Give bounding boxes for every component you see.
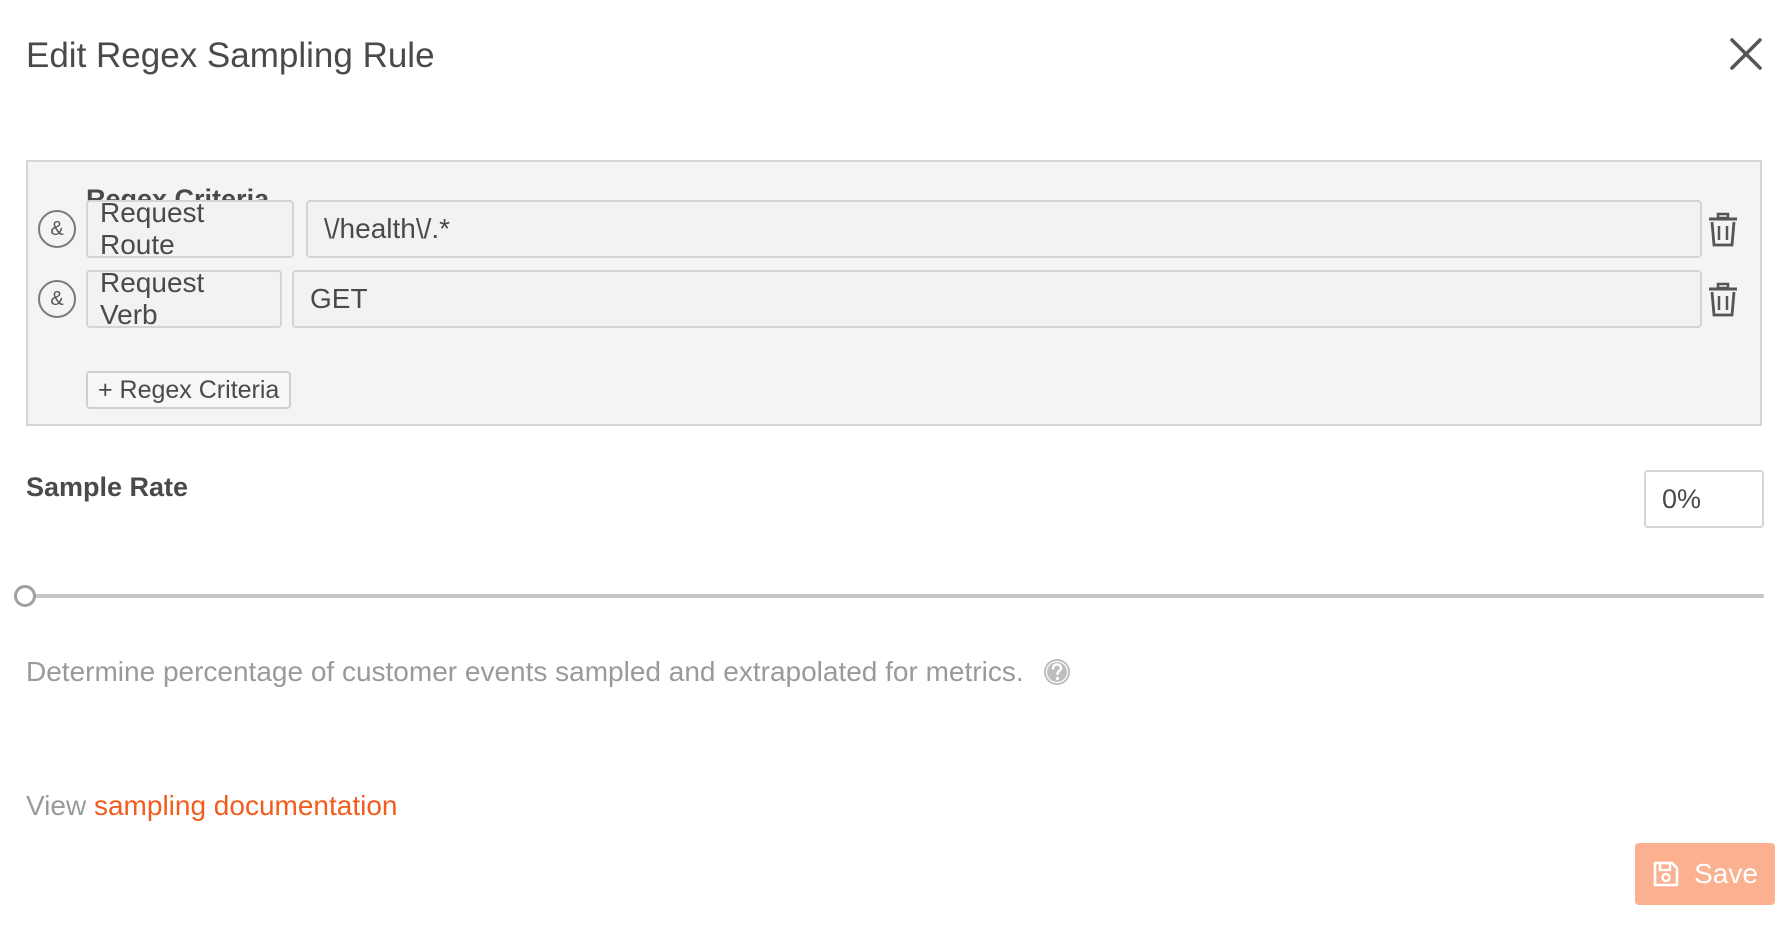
sample-rate-slider-handle[interactable] [14,585,36,607]
criteria-field-select[interactable]: Request Verb [86,267,282,330]
criteria-field-select[interactable]: Request Route [86,197,294,260]
docs-prefix: View [26,790,87,821]
and-connector-badge: & [38,210,76,248]
close-icon [1730,38,1762,70]
trash-icon [1709,212,1737,247]
save-button-label: Save [1694,858,1758,889]
regex-criteria-panel: Regex Criteria & Request Route \/health\… [26,160,1762,426]
sample-rate-slider-track[interactable] [26,594,1764,598]
sampling-documentation-link[interactable]: sampling documentation [94,790,398,821]
trash-icon [1709,282,1737,317]
dialog-title: Edit Regex Sampling Rule [26,36,435,75]
sample-rate-input[interactable]: 0% [1644,470,1764,528]
question-circle-icon[interactable] [1042,657,1072,687]
sample-rate-help-text: Determine percentage of customer events … [26,656,1024,687]
add-regex-criteria-button[interactable]: + Regex Criteria [86,371,292,409]
criteria-regex-input[interactable]: \/health\/.* [306,200,1702,258]
save-button[interactable]: Save [1635,843,1775,905]
criteria-regex-input[interactable]: GET [292,270,1702,328]
floppy-disk-icon [1652,860,1680,888]
docs-line: View sampling documentation [26,790,397,822]
delete-criteria-button[interactable] [1706,282,1740,318]
sample-rate-label: Sample Rate [26,472,189,502]
sample-rate-help: Determine percentage of customer events … [26,656,1072,688]
close-button[interactable] [1726,34,1766,74]
and-connector-badge: & [38,280,76,318]
delete-criteria-button[interactable] [1706,212,1740,248]
